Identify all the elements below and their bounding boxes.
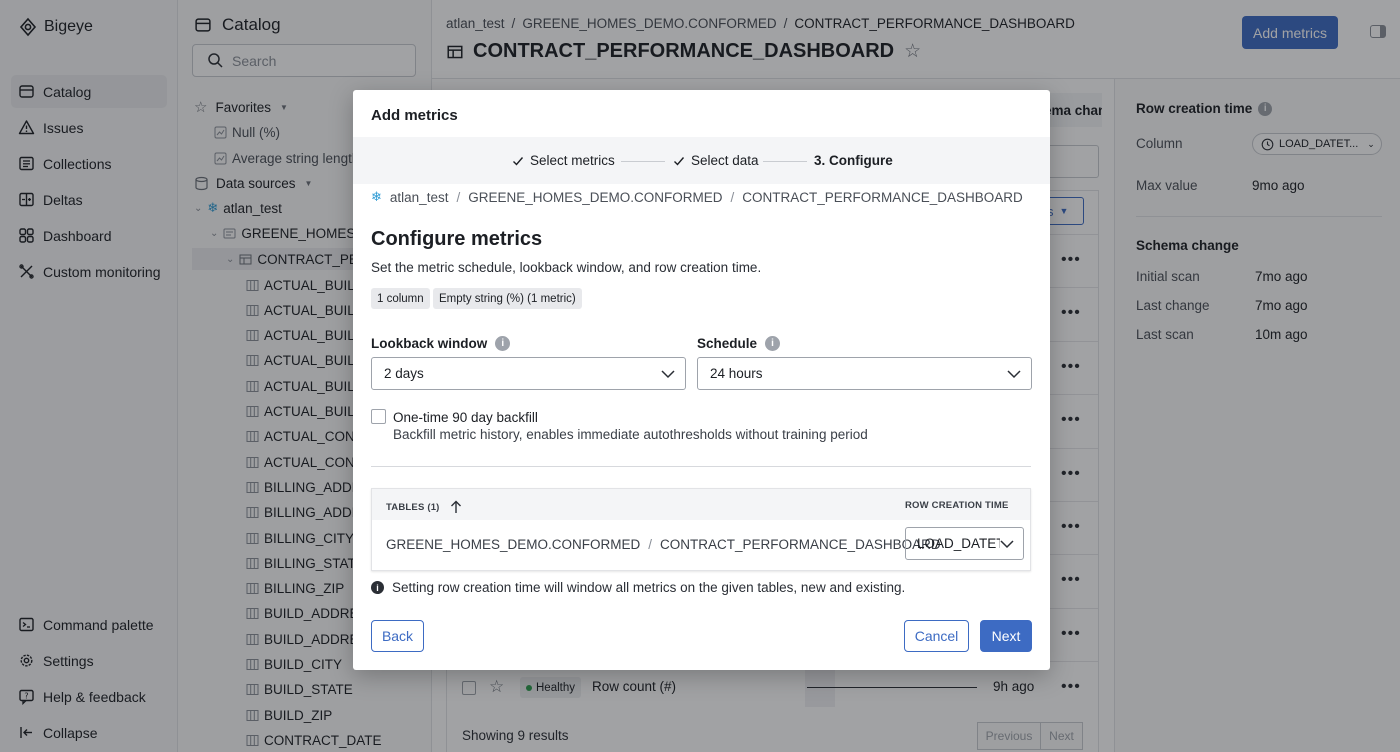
table-row: GREENE_HOMES_DEMO.CONFORMED / CONTRACT_P… — [372, 520, 1030, 570]
step-indicator: Select metrics Select data 3. Configure — [353, 137, 1050, 184]
step-connector — [621, 161, 665, 162]
backfill-description: Backfill metric history, enables immedia… — [393, 427, 868, 442]
row-creation-note: i Setting row creation time will window … — [371, 580, 905, 595]
backfill-label: One-time 90 day backfill — [393, 410, 538, 425]
schedule-label: Schedule i — [697, 336, 781, 351]
breadcrumb-separator: / — [730, 189, 735, 205]
breadcrumb-item: CONTRACT_PERFORMANCE_DASHBOARD — [742, 189, 1023, 205]
step-label: Select metrics — [530, 153, 615, 168]
metric-summary-tag: Empty string (%) (1 metric) — [433, 288, 582, 309]
row-creation-header: ROW CREATION TIME — [905, 500, 1009, 511]
add-metrics-modal: Add metrics Select metrics Select data 3… — [353, 90, 1050, 670]
row-creation-table: TABLES (1) ROW CREATION TIME GREENE_HOME… — [371, 488, 1031, 571]
step-label: Select data — [691, 153, 759, 168]
check-icon — [513, 156, 524, 166]
section-divider — [371, 466, 1031, 467]
tables-header-label: TABLES (1) — [386, 501, 440, 513]
cancel-button[interactable]: Cancel — [904, 620, 969, 652]
step-connector — [763, 161, 807, 162]
schedule-select[interactable]: 24 hours — [697, 357, 1032, 390]
step-label: 3. Configure — [814, 153, 893, 168]
chevron-down-icon — [661, 370, 675, 379]
lookback-value: 2 days — [384, 366, 424, 381]
snowflake-icon: ❄ — [371, 189, 382, 204]
column-count-tag: 1 column — [371, 288, 430, 309]
breadcrumb-separator: / — [648, 537, 653, 552]
configure-heading: Configure metrics — [371, 228, 543, 250]
check-icon — [674, 156, 685, 166]
backfill-checkbox[interactable] — [371, 409, 386, 424]
step-select-data[interactable]: Select data — [673, 153, 759, 168]
row-creation-time-select[interactable]: LOAD_DATET — [905, 527, 1024, 560]
chevron-down-icon — [1000, 538, 1014, 550]
step-select-metrics[interactable]: Select metrics — [512, 153, 615, 168]
row-creation-note-text: Setting row creation time will window al… — [392, 580, 906, 595]
info-filled-icon: i — [371, 581, 384, 594]
breadcrumb-item: atlan_test — [389, 189, 449, 205]
back-button[interactable]: Back — [371, 620, 424, 652]
lookback-window-select[interactable]: 2 days — [371, 357, 686, 390]
modal-title: Add metrics — [371, 107, 458, 124]
table-header: TABLES (1) ROW CREATION TIME — [372, 489, 1030, 520]
next-button[interactable]: Next — [980, 620, 1032, 652]
chevron-down-icon — [1007, 370, 1021, 379]
sort-ascending-icon — [450, 500, 461, 513]
step-configure: 3. Configure — [814, 153, 893, 168]
modal-breadcrumb: ❄ atlan_test / GREENE_HOMES_DEMO.CONFORM… — [371, 189, 1023, 205]
table-path: GREENE_HOMES_DEMO.CONFORMED / CONTRACT_P… — [386, 537, 941, 552]
tables-column-header[interactable]: TABLES (1) — [386, 500, 462, 514]
lookback-label-text: Lookback window — [371, 336, 488, 351]
breadcrumb-separator: / — [456, 189, 461, 205]
table-schema: GREENE_HOMES_DEMO.CONFORMED — [386, 537, 641, 552]
info-icon[interactable]: i — [765, 336, 781, 351]
schedule-value: 24 hours — [710, 366, 763, 381]
lookback-window-label: Lookback window i — [371, 336, 511, 351]
schedule-label-text: Schedule — [697, 336, 758, 351]
table-name: CONTRACT_PERFORMANCE_DASHBOARD — [660, 537, 941, 552]
breadcrumb-item: GREENE_HOMES_DEMO.CONFORMED — [468, 189, 723, 205]
info-icon[interactable]: i — [495, 336, 511, 351]
row-creation-time-value: LOAD_DATET — [917, 536, 1005, 551]
configure-subheading: Set the metric schedule, lookback window… — [371, 260, 762, 275]
